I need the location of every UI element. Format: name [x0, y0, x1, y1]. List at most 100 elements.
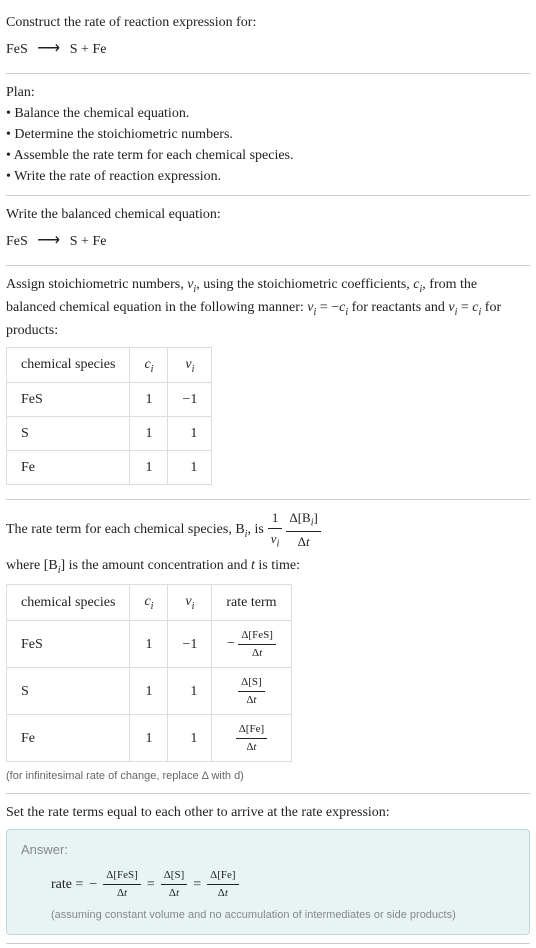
table-row: S 1 1 Δ[S] Δt: [7, 668, 292, 715]
t: t: [253, 741, 256, 753]
cell-c: 1: [130, 383, 168, 417]
sub: i: [192, 363, 195, 374]
balanced-equation: FeS S + Fe: [6, 225, 530, 257]
den: Δt: [236, 739, 267, 756]
product2: Fe: [92, 42, 106, 57]
cell-nu: 1: [168, 715, 212, 762]
th-species: chemical species: [7, 585, 130, 621]
frac: Δ[FeS] Δt: [238, 627, 276, 661]
intro-equation: FeS S + Fe: [6, 33, 530, 65]
cell-rate: − Δ[FeS] Δt: [212, 621, 291, 668]
balanced-text: Write the balanced chemical equation:: [6, 204, 530, 225]
cell-c: 1: [130, 715, 168, 762]
cell-nu: 1: [168, 668, 212, 715]
final-text: Set the rate terms equal to each other t…: [6, 802, 530, 823]
table-row: Fe 1 1: [7, 451, 212, 485]
den: Δt: [103, 885, 141, 902]
cell-species: Fe: [7, 451, 130, 485]
sign: −: [227, 636, 235, 651]
den: Δt: [238, 692, 265, 709]
num: Δ[FeS]: [103, 867, 141, 885]
frac-fe: Δ[Fe] Δt: [207, 867, 238, 901]
plan-item: • Assemble the rate term for each chemic…: [6, 145, 530, 166]
rate-expression: rate = − Δ[FeS] Δt = Δ[S] Δt = Δ[Fe] Δt: [21, 867, 515, 901]
plan-item: • Balance the chemical equation.: [6, 103, 530, 124]
neg: −: [89, 874, 97, 895]
frac-s: Δ[S] Δt: [161, 867, 188, 901]
plan-item: • Write the rate of reaction expression.: [6, 166, 530, 187]
cell-rate: Δ[S] Δt: [212, 668, 291, 715]
delta: Δ: [169, 887, 176, 899]
text: The rate term for each chemical species,…: [6, 522, 245, 537]
table-note: (for infinitesimal rate of change, repla…: [6, 768, 530, 785]
cell-nu: 1: [168, 451, 212, 485]
eq: =: [193, 874, 201, 895]
delta: Δ: [298, 534, 306, 549]
table-row: S 1 1: [7, 417, 212, 451]
den: Δt: [238, 645, 276, 662]
frac: Δ[Fe] Δt: [236, 721, 267, 755]
den: νi: [268, 529, 283, 552]
num: Δ[Bi]: [286, 508, 321, 532]
num: Δ[S]: [161, 867, 188, 885]
balanced-section: Write the balanced chemical equation: Fe…: [6, 196, 530, 266]
cell-rate: Δ[Fe] Δt: [212, 715, 291, 762]
answer-note: (assuming constant volume and no accumul…: [21, 907, 515, 924]
plus: +: [81, 234, 92, 249]
t: t: [225, 887, 228, 899]
den: Δt: [207, 885, 238, 902]
arrow-icon: [37, 37, 60, 61]
rate-text: rate =: [51, 874, 83, 895]
answer-box: Answer: rate = − Δ[FeS] Δt = Δ[S] Δt = Δ…: [6, 829, 530, 935]
stoich-table: chemical species ci νi FeS 1 −1 S 1 1 Fe…: [6, 347, 212, 486]
text-wrap: where [Bi] is the amount concentration a…: [6, 555, 300, 578]
final-section: Set the rate terms equal to each other t…: [6, 794, 530, 944]
den: Δt: [161, 885, 188, 902]
sub: i: [151, 601, 154, 612]
delta: Δ: [117, 887, 124, 899]
cell-nu: −1: [168, 621, 212, 668]
num: Δ[Fe]: [236, 721, 267, 739]
num: Δ[S]: [238, 674, 265, 692]
cell-nu: 1: [168, 417, 212, 451]
intro-title: Construct the rate of reaction expressio…: [6, 12, 530, 33]
table-row: Fe 1 1 Δ[Fe] Δt: [7, 715, 292, 762]
t: t: [176, 887, 179, 899]
num: Δ[Fe]: [207, 867, 238, 885]
text: where [B: [6, 558, 58, 573]
reactant: FeS: [6, 234, 28, 249]
table-row: FeS 1 −1 − Δ[FeS] Δt: [7, 621, 292, 668]
cell-species: S: [7, 668, 130, 715]
sub: i: [192, 601, 195, 612]
text: ] is the amount concentration and: [60, 558, 251, 573]
cell-species: FeS: [7, 383, 130, 417]
th-nu: νi: [168, 347, 212, 383]
table-header-row: chemical species ci νi rate term: [7, 585, 292, 621]
plan-item: • Determine the stoichiometric numbers.: [6, 124, 530, 145]
cell-species: S: [7, 417, 130, 451]
den: Δt: [286, 532, 321, 552]
intro-section: Construct the rate of reaction expressio…: [6, 4, 530, 74]
text: , using the stoichiometric coefficients,: [196, 277, 413, 292]
t: t: [253, 694, 256, 706]
text: Δ[B: [289, 510, 310, 525]
table-row: FeS 1 −1: [7, 383, 212, 417]
cell-c: 1: [130, 668, 168, 715]
reactant: FeS: [6, 42, 28, 57]
assign-text: Assign stoichiometric numbers, νi, using…: [6, 274, 530, 341]
frac-dB-dt: Δ[Bi] Δt: [286, 508, 321, 551]
answer-label: Answer:: [21, 840, 515, 860]
frac-fes: Δ[FeS] Δt: [103, 867, 141, 901]
eq: =: [147, 874, 155, 895]
arrow-icon: [37, 229, 60, 253]
frac-1-over-nu: 1 νi: [268, 508, 283, 551]
sub: i: [277, 538, 280, 549]
cell-c: 1: [130, 417, 168, 451]
cell-species: FeS: [7, 621, 130, 668]
rateterm-section: The rate term for each chemical species,…: [6, 500, 530, 793]
product2: Fe: [92, 234, 106, 249]
text: is time:: [255, 558, 300, 573]
th-species: chemical species: [7, 347, 130, 383]
cell-species: Fe: [7, 715, 130, 762]
cell-c: 1: [130, 621, 168, 668]
